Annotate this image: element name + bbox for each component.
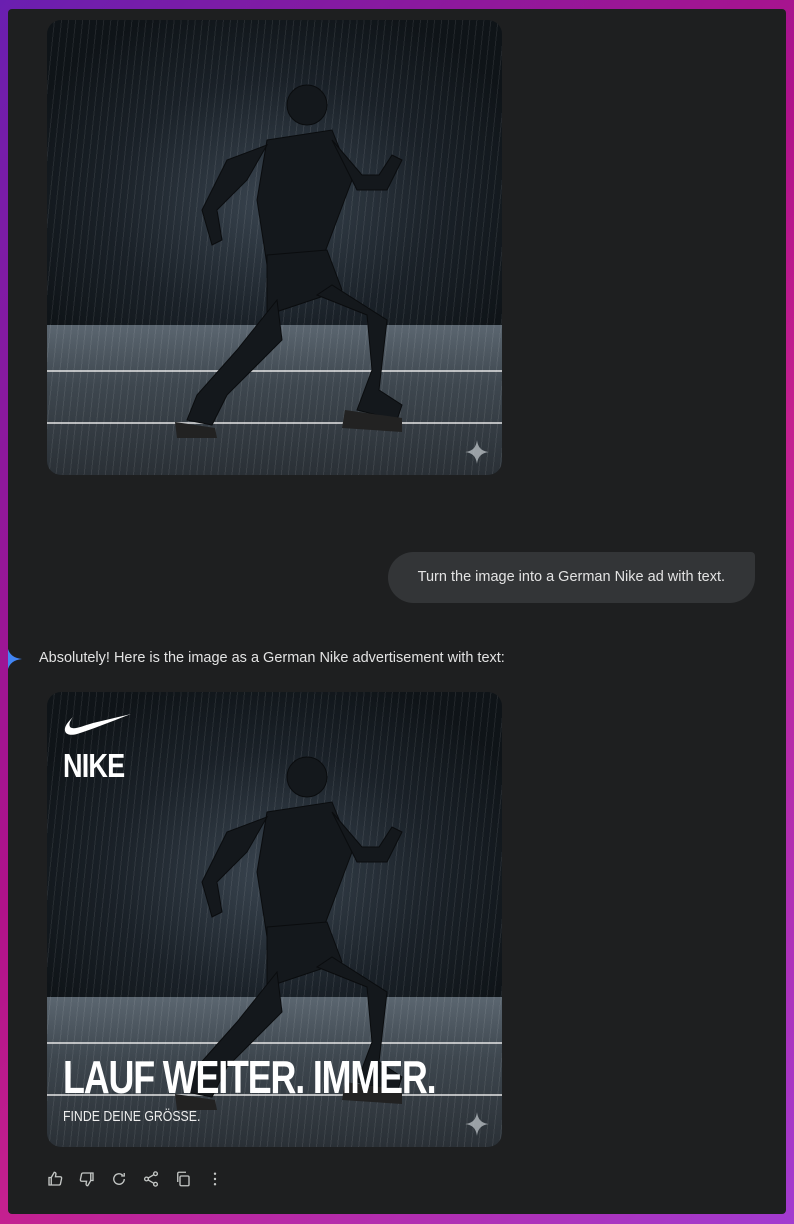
generated-image-original[interactable]	[47, 20, 502, 475]
redo-icon[interactable]	[110, 1170, 128, 1188]
ad-brand-text: NIKE	[63, 747, 125, 784]
ad-headline: LAUF WEITER. IMMER.	[63, 1051, 437, 1103]
gemini-icon	[8, 649, 22, 669]
ad-subline: FINDE DEINE GRÖSSE.	[63, 1108, 201, 1125]
more-options-icon[interactable]	[206, 1170, 224, 1188]
swoosh-logo-icon	[64, 714, 131, 735]
chat-window: Turn the image into a German Nike ad wit…	[8, 9, 786, 1214]
generated-image-ad[interactable]: NIKE LAUF WEITER. IMMER. FINDE DEINE GRÖ…	[47, 692, 502, 1147]
assistant-reply-text: Absolutely! Here is the image as a Germa…	[39, 650, 505, 666]
sparkle-icon	[465, 1112, 489, 1136]
thumbs-down-icon[interactable]	[78, 1170, 96, 1188]
runner-figure	[175, 84, 403, 438]
share-icon[interactable]	[142, 1170, 160, 1188]
sparkle-icon	[465, 440, 489, 464]
response-actions	[46, 1170, 224, 1188]
copy-icon[interactable]	[174, 1170, 192, 1188]
user-message-bubble: Turn the image into a German Nike ad wit…	[387, 552, 755, 603]
thumbs-up-icon[interactable]	[46, 1170, 64, 1188]
